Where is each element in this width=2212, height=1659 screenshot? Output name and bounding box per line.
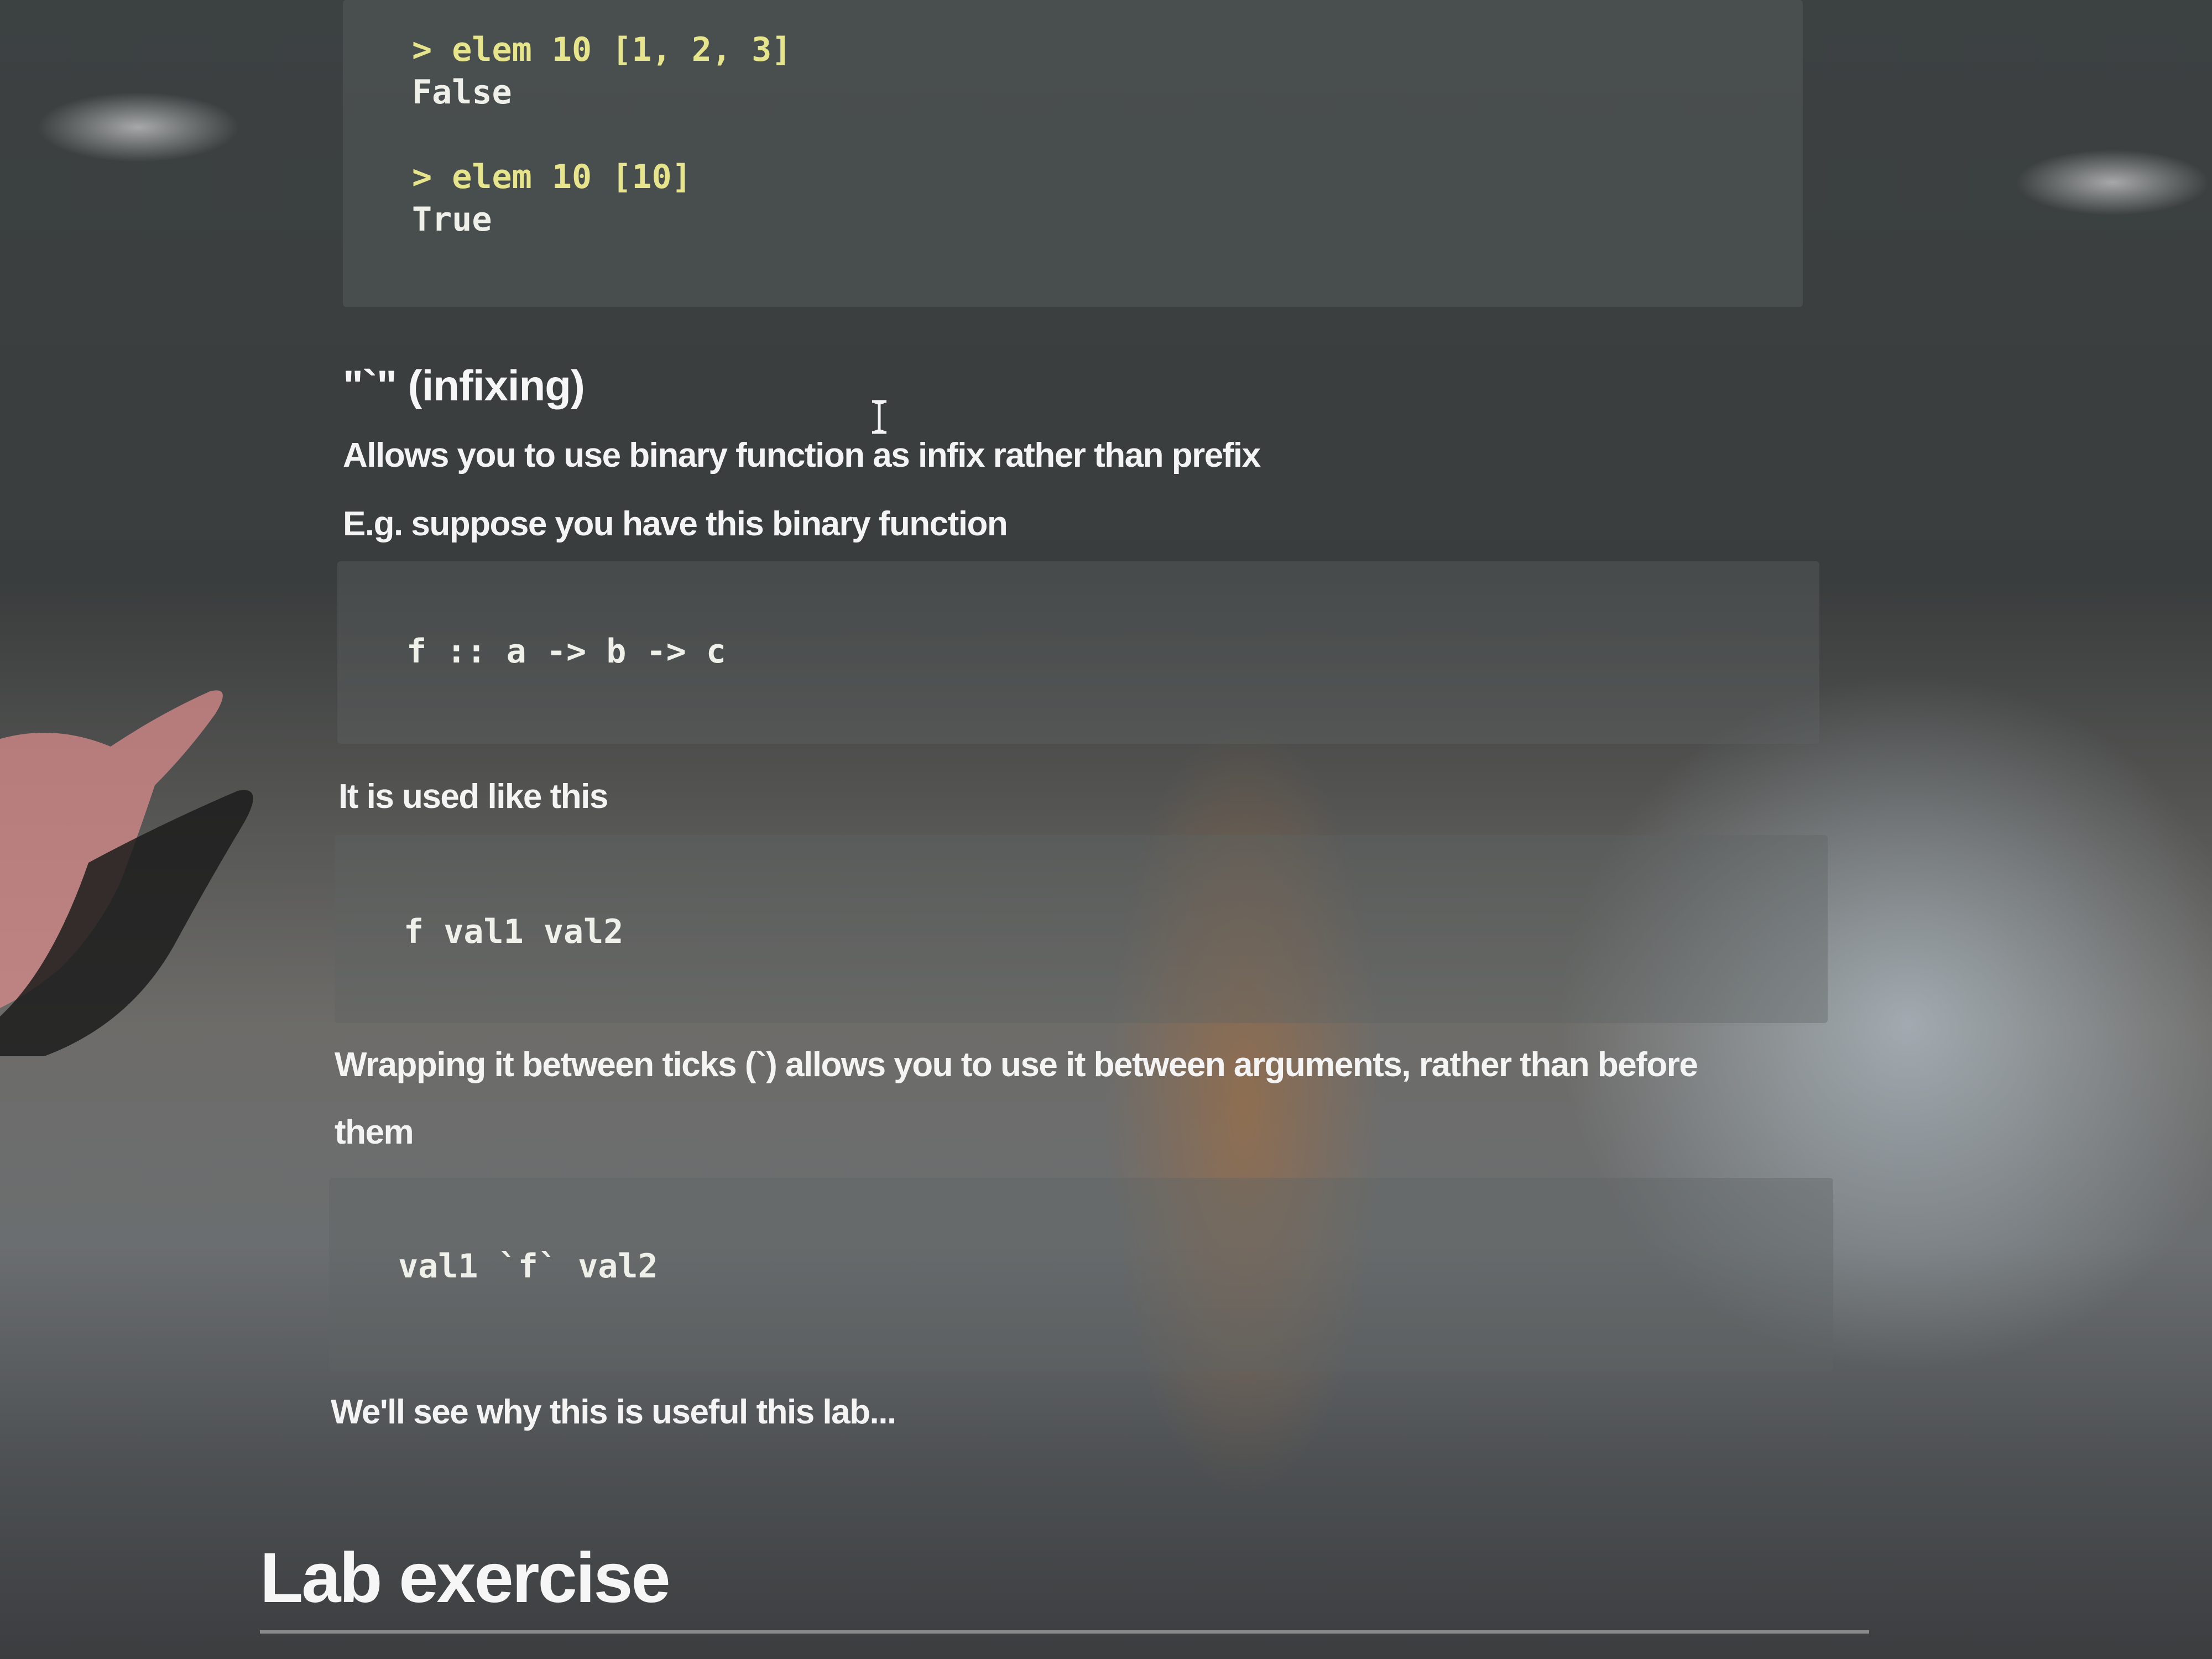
code-line-result: True [412,200,492,239]
code-block-signature: f :: a -> b -> c [337,561,1819,744]
document-page: > elem 10 [1, 2, 3] False > elem 10 [10]… [0,0,2212,1659]
paragraph-example-intro: E.g. suppose you have this binary functi… [343,505,1008,543]
reflected-hand [0,690,253,1056]
paragraph-wrapping-line-2: them [335,1113,414,1151]
text-cursor-icon [872,400,886,434]
code-block-prefix-usage: f val1 val2 [335,835,1828,1023]
paragraph-closing: We'll see why this is useful this lab... [331,1393,896,1431]
paragraph-wrapping-line-1: Wrapping it between ticks (`) allows you… [335,1046,1698,1084]
code-block-infix-usage: val1 `f` val2 [329,1178,1833,1371]
heading-underline [260,1630,1869,1634]
code-line-infix-usage: val1 `f` val2 [398,1247,658,1286]
section-heading-infixing: "`" (infixing) [343,361,585,410]
paragraph-usage-intro: It is used like this [338,778,608,816]
code-line-result: False [412,73,512,112]
code-line-prompt: > elem 10 [1, 2, 3] [412,30,792,69]
code-line-prefix-usage: f val1 val2 [404,912,624,951]
code-block-elem: > elem 10 [1, 2, 3] False > elem 10 [10]… [343,0,1803,307]
code-line-prompt: > elem 10 [10] [412,158,692,196]
section-heading-lab-exercise: Lab exercise [260,1538,671,1618]
paragraph-intro: Allows you to use binary function as inf… [343,436,1261,474]
code-line-signature: f :: a -> b -> c [406,632,726,671]
